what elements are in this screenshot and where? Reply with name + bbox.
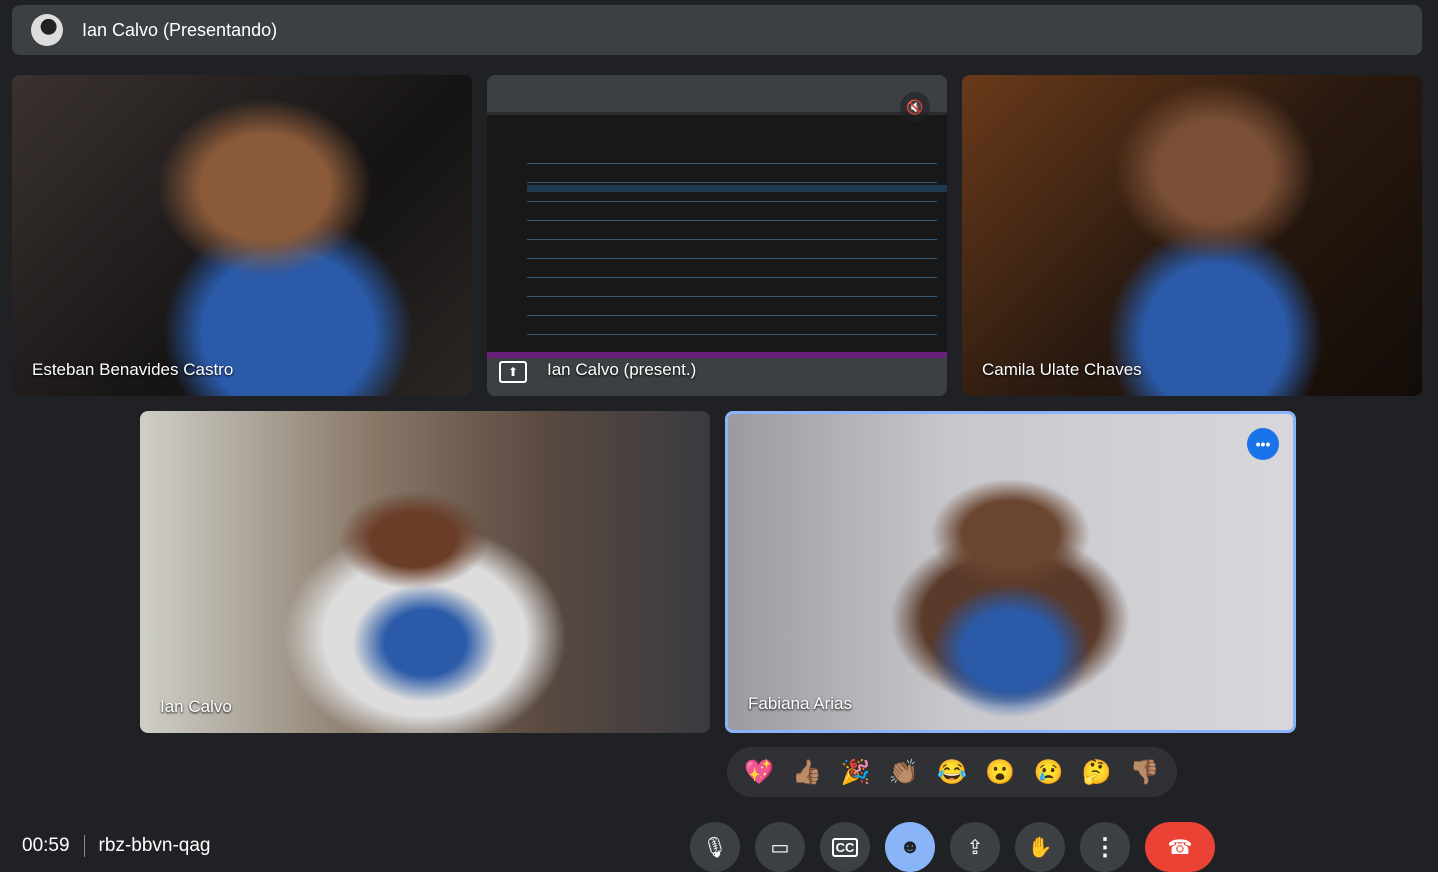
- camera-icon: ▭: [770, 836, 790, 859]
- participant-tile-active[interactable]: ••• Fabiana Arias: [725, 411, 1296, 733]
- reaction-sad[interactable]: 😢: [1033, 758, 1063, 787]
- participant-name: Ian Calvo (present.): [547, 360, 697, 379]
- presenter-title: Ian Calvo (Presentando): [82, 19, 278, 40]
- more-vert-icon: ⋮: [1093, 833, 1117, 861]
- reaction-heart[interactable]: 💖: [744, 758, 774, 787]
- reaction-surprised[interactable]: 😮: [985, 758, 1015, 787]
- more-options-icon[interactable]: •••: [1247, 428, 1279, 460]
- shared-screen: [487, 112, 947, 358]
- reaction-thumbs-down[interactable]: 👎🏽: [1130, 758, 1160, 787]
- reactions-button[interactable]: ☻: [885, 822, 935, 872]
- reaction-party[interactable]: 🎉: [841, 758, 871, 787]
- participant-name: Fabiana Arias: [748, 694, 852, 713]
- reaction-thinking[interactable]: 🤔: [1082, 758, 1112, 787]
- hang-up-icon: ☎: [1167, 836, 1193, 859]
- muted-icon: 🔇: [900, 92, 930, 122]
- smiley-icon: ☻: [899, 835, 921, 858]
- avatar: [31, 14, 63, 46]
- divider: [83, 835, 85, 857]
- camera-button[interactable]: ▭: [755, 822, 805, 872]
- raise-hand-button[interactable]: ✋: [1015, 822, 1065, 872]
- participant-tile[interactable]: Camila Ulate Chaves: [962, 75, 1422, 396]
- hand-icon: ✋: [1027, 836, 1053, 859]
- reaction-laugh[interactable]: 😂: [937, 758, 967, 787]
- meeting-code: rbz-bbvn-qag: [98, 835, 211, 856]
- presentation-tile[interactable]: 🔇 ⬆ Ian Calvo (present.): [487, 75, 947, 396]
- microphone-icon: 🎙: [702, 836, 728, 859]
- captions-button[interactable]: CC: [820, 822, 870, 872]
- present-button[interactable]: ⇪: [950, 822, 1000, 872]
- participant-tile[interactable]: Ian Calvo: [140, 411, 710, 733]
- microphone-button[interactable]: 🎙: [690, 822, 740, 872]
- captions-icon: CC: [831, 837, 859, 857]
- presenter-bar: Ian Calvo (Presentando): [12, 5, 1422, 55]
- participant-name: Ian Calvo: [160, 697, 232, 716]
- present-screen-icon: ⇪: [966, 836, 984, 859]
- more-options-button[interactable]: ⋮: [1080, 822, 1130, 872]
- present-screen-icon: ⬆: [499, 361, 527, 383]
- reaction-clap[interactable]: 👏🏽: [889, 758, 919, 787]
- participant-name: Camila Ulate Chaves: [982, 360, 1142, 379]
- participant-name: Esteban Benavides Castro: [32, 360, 234, 379]
- reactions-bar: 💖 👍🏽 🎉 👏🏽 😂 😮 😢 🤔 👎🏽: [727, 747, 1177, 797]
- meeting-info: 00:59 rbz-bbvn-qag: [22, 835, 211, 857]
- participant-tile[interactable]: Esteban Benavides Castro: [12, 75, 472, 396]
- reaction-thumbs-up[interactable]: 👍🏽: [792, 758, 822, 787]
- leave-call-button[interactable]: ☎: [1145, 822, 1215, 872]
- meeting-time: 00:59: [22, 835, 70, 856]
